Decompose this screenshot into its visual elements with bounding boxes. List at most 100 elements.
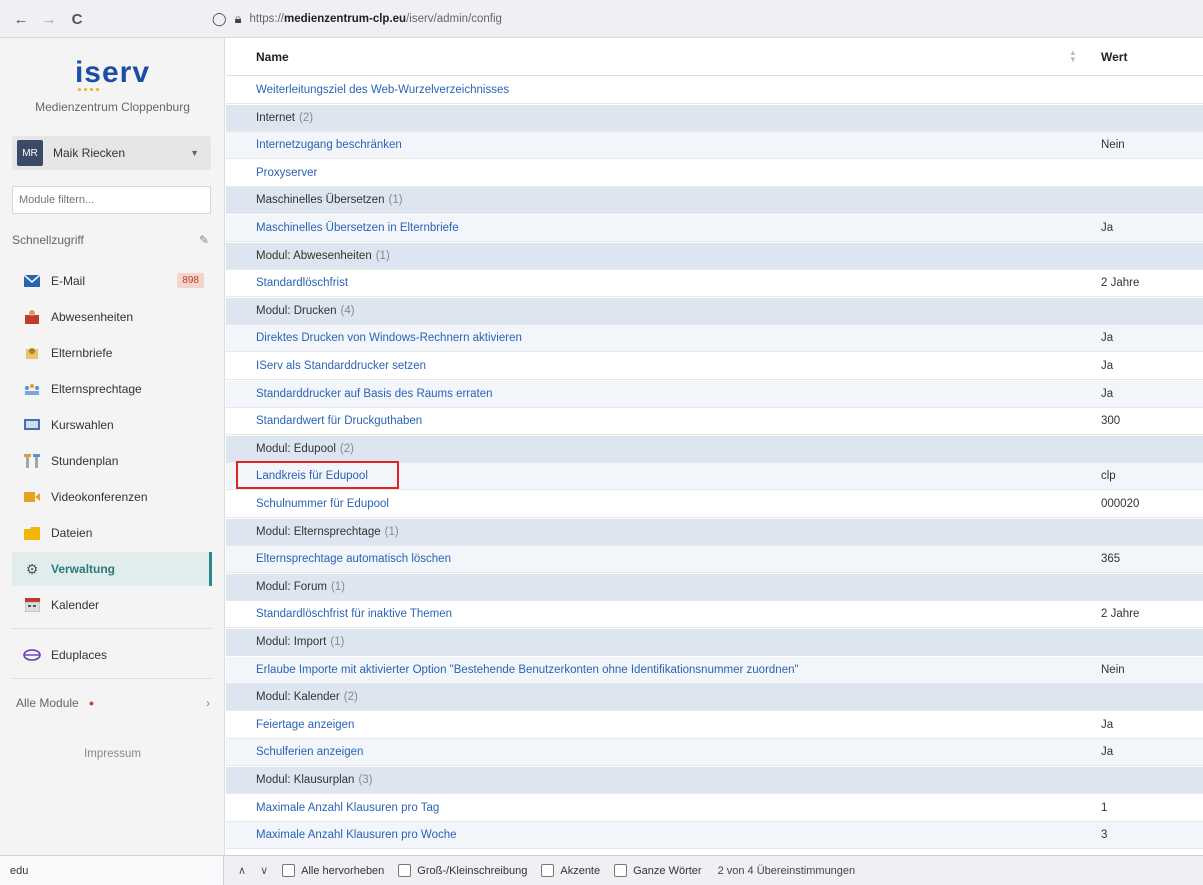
group-label: Modul: Edupool: [256, 442, 336, 455]
iserv-logo[interactable]: iserv: [70, 56, 155, 90]
table-row[interactable]: Schulferien anzeigen Ja: [226, 739, 1203, 767]
sidebar-item-elternsprechtage[interactable]: Elternsprechtage: [12, 372, 212, 406]
table-row[interactable]: Maximale Anzahl Klausuren pro Tag 1: [226, 795, 1203, 822]
group-row: Modul: Abwesenheiten (1): [226, 242, 1203, 270]
user-menu[interactable]: MR Maik Riecken ▼: [12, 136, 211, 170]
whole-words-checkbox[interactable]: Ganze Wörter: [614, 864, 702, 877]
group-count: (3): [358, 774, 373, 786]
table-row[interactable]: Maschinelles Übersetzen in Elternbriefe J…: [226, 215, 1203, 242]
user-name: Maik Riecken: [53, 146, 126, 160]
group-label: Modul: Klausurplan: [256, 774, 355, 786]
setting-link[interactable]: Standardwert für Druckguthaben: [256, 415, 422, 427]
table-row[interactable]: IServ als Standarddrucker setzen Ja: [226, 353, 1203, 380]
group-row: Modul: Drucken (4): [226, 297, 1203, 325]
sidebar-item-abwesenheiten[interactable]: Abwesenheiten: [12, 300, 212, 334]
setting-link[interactable]: Schulnummer für Edupool: [256, 498, 389, 510]
group-cell: Modul: Klausurplan (3): [256, 774, 373, 786]
setting-link[interactable]: Proxyserver: [256, 167, 317, 179]
setting-link[interactable]: Maximale Anzahl Klausuren pro Tag: [256, 802, 439, 814]
group-row: Modul: Elternsprechtage (1): [226, 518, 1203, 546]
eduplaces-icon: [23, 648, 41, 662]
find-next-button[interactable]: ∨: [260, 864, 268, 877]
mail-icon: [23, 274, 41, 288]
match-case-checkbox[interactable]: Groß-/Kleinschreibung: [398, 864, 527, 877]
sidebar-item-stundenplan[interactable]: Stundenplan: [12, 444, 212, 478]
address-bar[interactable]: ◯ 🔒︎ https://medienzentrum-clp.eu/iserv/…: [212, 7, 1203, 31]
group-count: (4): [340, 304, 355, 317]
setting-link[interactable]: Standardlöschfrist für inaktive Themen: [256, 608, 452, 620]
sidebar-item-dateien[interactable]: Dateien: [12, 516, 212, 550]
table-row[interactable]: Weiterleitungsziel des Web-Wurzelverzeic…: [226, 77, 1203, 104]
group-label: Modul: Kalender: [256, 691, 340, 704]
module-filter-input[interactable]: [12, 186, 211, 214]
sidebar-item-videokonferenzen[interactable]: Videokonferenzen: [12, 480, 212, 514]
sort-icon[interactable]: ▲ ▼: [1069, 49, 1077, 64]
table-row[interactable]: Internetzugang beschränken Nein: [226, 132, 1203, 160]
setting-link[interactable]: Standarddrucker auf Basis des Raums erra…: [256, 388, 493, 400]
sidebar-item-elternbriefe[interactable]: Elternbriefe: [12, 336, 212, 370]
setting-link[interactable]: IServ als Standarddrucker setzen: [256, 360, 426, 372]
setting-link[interactable]: Direktes Drucken von Windows-Rechnern ak…: [256, 332, 522, 344]
group-label: Modul: Elternsprechtage: [256, 525, 381, 538]
table-row[interactable]: Standarddrucker auf Basis des Raums erra…: [226, 380, 1203, 408]
setting-value: 365: [1101, 553, 1121, 566]
group-label: Internet: [256, 111, 295, 124]
table-row[interactable]: Feiertage anzeigen Ja: [226, 712, 1203, 739]
setting-link[interactable]: Weiterleitungsziel des Web-Wurzelverzeic…: [256, 84, 509, 96]
sidebar-item-email[interactable]: E-Mail 898: [12, 264, 212, 298]
setting-value: Nein: [1101, 663, 1125, 676]
forward-button[interactable]: →: [38, 8, 60, 30]
lock-icon: 🔒︎: [234, 11, 242, 26]
sidebar-item-eduplaces[interactable]: Eduplaces: [12, 638, 212, 672]
table-row[interactable]: Erlaube Importe mit aktivierter Option "…: [226, 656, 1203, 684]
sidebar-item-kalender[interactable]: Kalender: [12, 588, 212, 622]
setting-link[interactable]: Internetzugang beschränken: [256, 139, 402, 151]
edit-icon[interactable]: ✎: [199, 233, 209, 247]
back-button[interactable]: ←: [10, 8, 32, 30]
column-header-name[interactable]: Name: [256, 50, 289, 64]
setting-link[interactable]: Schulferien anzeigen: [256, 746, 363, 758]
match-diacritics-checkbox[interactable]: Akzente: [541, 864, 600, 877]
table-row[interactable]: Direktes Drucken von Windows-Rechnern ak…: [226, 325, 1203, 353]
table-row[interactable]: Standardwert für Druckguthaben 300: [226, 408, 1203, 436]
group-row: Modul: Forum (1): [226, 573, 1203, 601]
group-cell: Internet (2): [256, 112, 313, 124]
table-row[interactable]: Elternsprechtage automatisch löschen 365: [226, 546, 1203, 574]
setting-link[interactable]: Maximale Anzahl Klausuren pro Woche: [256, 829, 457, 841]
find-input[interactable]: edu: [0, 855, 224, 885]
table-row[interactable]: Standardlöschfrist für inaktive Themen 2 …: [226, 601, 1203, 629]
group-count: (2): [339, 442, 354, 455]
group-count: (1): [388, 194, 403, 207]
group-cell: Modul: Edupool (2): [256, 443, 354, 455]
match-status: 2 von 4 Übereinstimmungen: [717, 864, 856, 877]
find-previous-button[interactable]: ∧: [238, 864, 246, 877]
setting-link[interactable]: Standardlöschfrist: [256, 277, 348, 289]
table-row[interactable]: Maximale Anzahl Klausuren pro Woche 3: [226, 822, 1203, 850]
table-row[interactable]: Standardlöschfrist 2 Jahre: [226, 270, 1203, 298]
highlight-annotation: [236, 461, 399, 489]
sidebar-item-verwaltung[interactable]: ⚙ Verwaltung: [12, 552, 212, 586]
setting-value: 2 Jahre: [1101, 608, 1140, 621]
group-row: Modul: Edupool (2): [226, 435, 1203, 463]
group-cell: Modul: Abwesenheiten (1): [256, 250, 390, 262]
highlight-all-checkbox[interactable]: Alle hervorheben: [282, 864, 384, 877]
config-table: Name ▲ ▼ Wert Weiterleitungsziel des Web-…: [226, 38, 1203, 855]
column-header-value[interactable]: Wert: [1101, 50, 1127, 64]
sidebar-item-kurswahlen[interactable]: Kurswahlen: [12, 408, 212, 442]
reload-button[interactable]: C: [66, 8, 88, 30]
group-row: Maschinelles Übersetzen (1): [226, 187, 1203, 215]
impressum-link[interactable]: Impressum: [0, 748, 225, 760]
group-row: Modul: Kalender (2): [226, 684, 1203, 712]
setting-link[interactable]: Elternsprechtage automatisch löschen: [256, 553, 451, 565]
setting-value: Ja: [1101, 718, 1114, 731]
table-row[interactable]: Schulnummer für Edupool 000020: [226, 491, 1203, 518]
setting-link[interactable]: Maschinelles Übersetzen in Elternbriefe: [256, 222, 459, 234]
table-row[interactable]: Proxyserver: [226, 160, 1203, 187]
setting-link[interactable]: Erlaube Importe mit aktivierter Option "…: [256, 664, 799, 676]
group-cell: Modul: Forum (1): [256, 581, 345, 593]
url-text: https://medienzentrum-clp.eu/iserv/admin…: [249, 13, 502, 25]
group-row: Internet (2): [226, 104, 1203, 132]
all-modules-link[interactable]: Alle Module ● ›: [16, 694, 212, 712]
course-icon: [23, 418, 41, 432]
setting-link[interactable]: Feiertage anzeigen: [256, 719, 354, 731]
